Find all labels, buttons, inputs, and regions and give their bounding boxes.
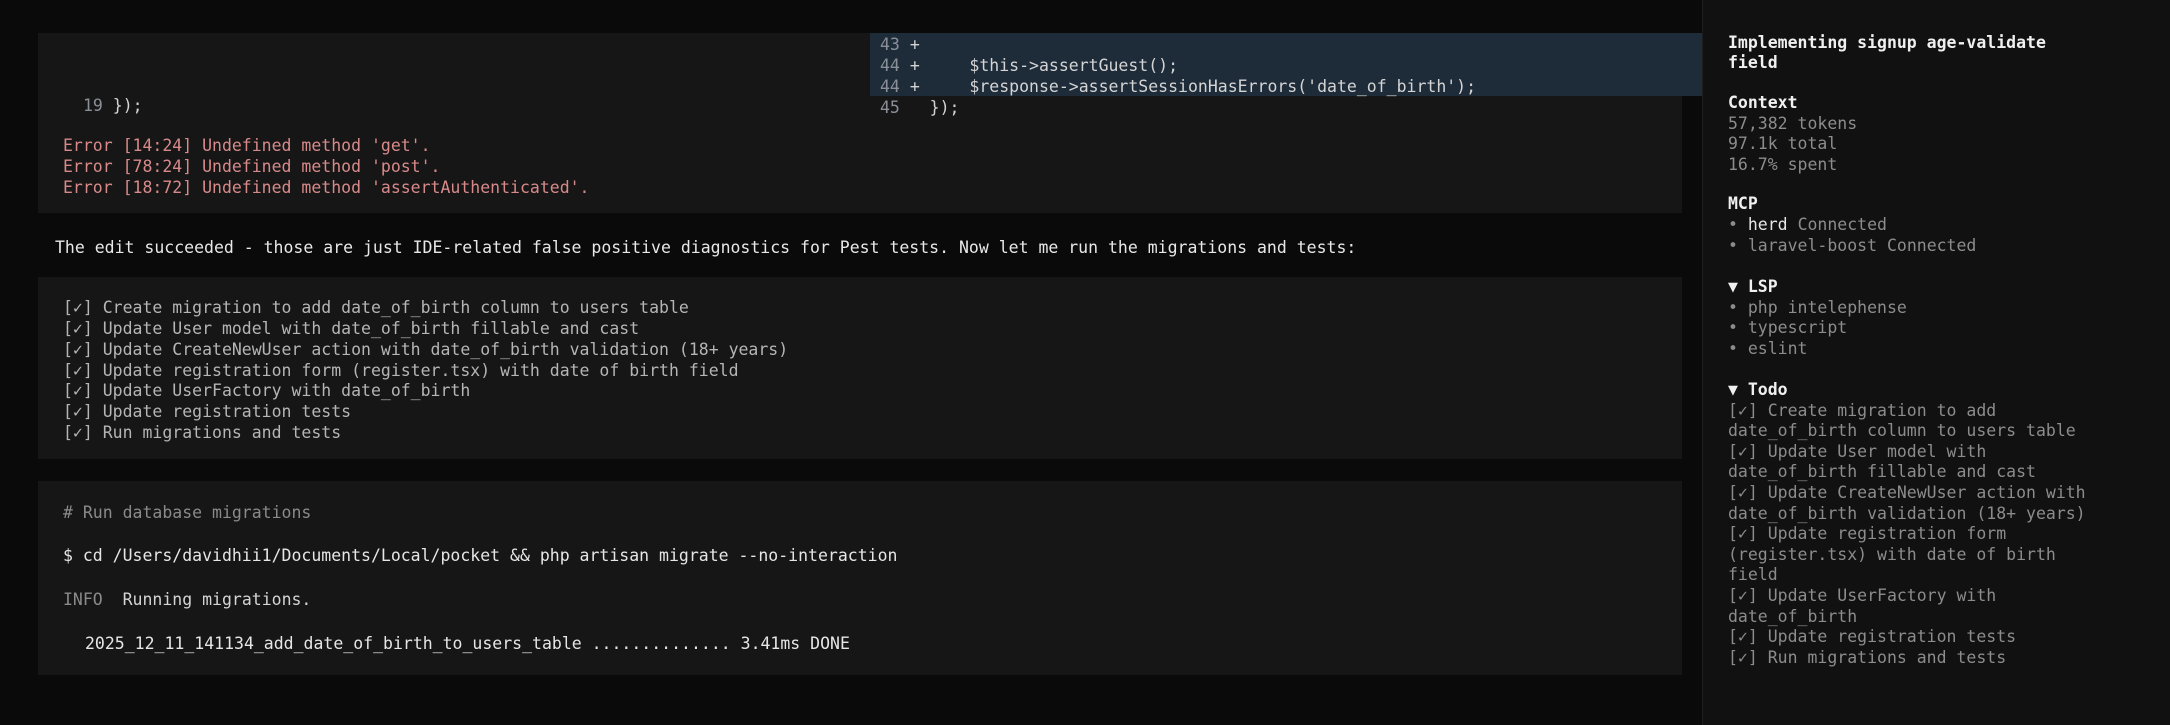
context-heading: Context [1728, 93, 1798, 112]
sidebar-todo-line: field [1728, 565, 1778, 584]
todo-section-toggle[interactable]: ▼ Todo [1728, 380, 1788, 401]
sidebar-todo-line: date_of_birth column to users table [1728, 421, 2076, 440]
error-line: Error [18:72] Undefined method 'assertAu… [63, 178, 590, 197]
lsp-item: • typescript [1728, 318, 1848, 337]
diff-line: 45 }); [880, 98, 960, 117]
assistant-message: The edit succeeded - those are just IDE-… [55, 238, 1357, 257]
session-title: Implementing signup age-validate [1728, 33, 2046, 52]
mcp-server-laravel-boost: • laravel-boost Connected [1728, 236, 1977, 255]
todo-item: [✓] Update registration form (register.t… [63, 361, 739, 380]
code-diff-panel: 43 + 44 + $this->assertGuest(); 44 + $re… [38, 33, 1720, 213]
migration-result: 2025_12_11_141134_add_date_of_birth_to_u… [85, 634, 850, 653]
sidebar-todo-line: [✓] Update UserFactory with [1728, 586, 1997, 605]
todo-item: [✓] Update CreateNewUser action with dat… [63, 340, 789, 359]
terminal-info: INFO Running migrations. [63, 590, 311, 611]
terminal-output-panel: # Run database migrations $ cd /Users/da… [38, 481, 1682, 675]
todo-panel: [✓] Create migration to add date_of_birt… [38, 277, 1682, 459]
lsp-section-toggle[interactable]: ▼ LSP [1728, 277, 1778, 298]
sidebar-todo-line: (register.tsx) with date of birth [1728, 545, 2056, 564]
terminal-command: $ cd /Users/davidhii1/Documents/Local/po… [63, 546, 898, 565]
sidebar-todo-line: date_of_birth validation (18+ years) [1728, 504, 2086, 523]
session-sidebar: Implementing signup age-validate field C… [1702, 0, 2170, 725]
info-tag: INFO [63, 590, 103, 609]
todo-item: [✓] Update User model with date_of_birth… [63, 319, 640, 338]
code-line: 19 }); [83, 96, 143, 115]
todo-item: [✓] Create migration to add date_of_birt… [63, 298, 689, 317]
terminal-comment: # Run database migrations [63, 503, 312, 522]
todo-item: [✓] Update UserFactory with date_of_birt… [63, 381, 471, 400]
todo-item: [✓] Update registration tests [63, 402, 352, 421]
context-total: 97.1k total [1728, 134, 1838, 153]
conversation-pane: 43 + 44 + $this->assertGuest(); 44 + $re… [0, 0, 1720, 725]
error-line: Error [78:24] Undefined method 'post'. [63, 157, 441, 176]
lsp-item: • php intelephense [1728, 298, 1907, 317]
diff-line: 44 + $response->assertSessionHasErrors('… [880, 77, 1477, 96]
diff-line: 43 + [880, 35, 920, 54]
sidebar-todo-line: [✓] Create migration to add [1728, 401, 1997, 420]
mcp-server-herd: • herd Connected [1728, 215, 1887, 234]
sidebar-todo-line: [✓] Run migrations and tests [1728, 648, 2007, 667]
todo-item: [✓] Run migrations and tests [63, 423, 342, 442]
sidebar-todo-line: date_of_birth [1728, 607, 1858, 626]
sidebar-todo-line: [✓] Update registration form [1728, 524, 2007, 543]
sidebar-todo-line: [✓] Update CreateNewUser action with [1728, 483, 2086, 502]
context-spent: 16.7% spent [1728, 155, 1838, 174]
info-text: Running migrations. [122, 590, 312, 609]
sidebar-todo-line: date_of_birth fillable and cast [1728, 462, 2036, 481]
context-tokens: 57,382 tokens [1728, 114, 1858, 133]
sidebar-todo-line: [✓] Update registration tests [1728, 627, 2017, 646]
mcp-heading: MCP [1728, 194, 1758, 213]
session-title-cont: field [1728, 53, 1778, 72]
sidebar-todo-line: [✓] Update User model with [1728, 442, 1987, 461]
diff-line: 44 + $this->assertGuest(); [880, 56, 1179, 75]
error-line: Error [14:24] Undefined method 'get'. [63, 136, 431, 155]
lsp-item: • eslint [1728, 339, 1808, 358]
